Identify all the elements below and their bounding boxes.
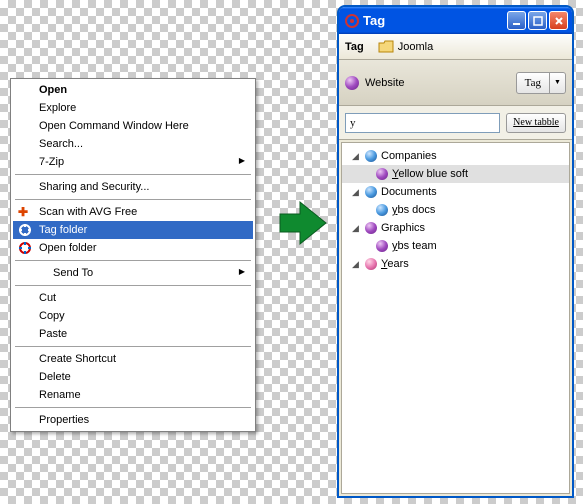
separator [15,346,251,347]
menu-open-cmd[interactable]: Open Command Window Here [13,117,253,135]
menu-label: Tag folder [39,224,87,236]
collapse-icon[interactable]: ◢ [352,151,361,162]
sphere-icon [376,204,388,216]
tree-view[interactable]: ◢ Companies Yellow blue soft ◢ Documents… [341,142,570,494]
tree-node-documents[interactable]: ◢ Documents [342,183,569,201]
menu-properties[interactable]: Properties [13,411,253,429]
tag-combo: Tag ▼ [516,72,566,94]
menu-create-shortcut[interactable]: Create Shortcut [13,350,253,368]
menu-explore[interactable]: Explore [13,99,253,117]
tag-button[interactable]: Tag [516,72,550,94]
tree-label: Years [381,258,409,270]
tree-label: ybs docs [392,204,435,216]
menu-7zip[interactable]: 7-Zip [13,153,253,171]
menu-cut[interactable]: Cut [13,289,253,307]
sphere-icon [365,186,377,198]
menu-open-folder[interactable]: Open folder [13,239,253,257]
collapse-icon[interactable]: ◢ [352,187,361,198]
menu-rename[interactable]: Rename [13,386,253,404]
menu-label: Open folder [39,242,96,254]
tree-label: Documents [381,186,437,198]
sphere-icon [365,150,377,162]
location-bar: Website Tag ▼ [339,60,572,106]
tree-node-years[interactable]: ◢ Years [342,255,569,273]
maximize-icon [533,16,543,26]
tree-label: Yellow blue soft [392,168,468,180]
window-title: Tag [363,13,385,28]
target-icon [18,223,32,237]
tag-dropdown[interactable]: ▼ [550,72,566,94]
sphere-icon [376,240,388,252]
menu-tag-folder[interactable]: Tag folder [13,221,253,239]
tree-node-ybs-team[interactable]: ybs team [342,237,569,255]
separator [15,285,251,286]
close-button[interactable] [549,11,568,30]
separator [15,174,251,175]
sphere-icon [376,168,388,180]
menu-sharing[interactable]: Sharing and Security... [13,178,253,196]
menu-copy[interactable]: Copy [13,307,253,325]
titlebar[interactable]: Tag [339,7,572,34]
breadcrumb-root[interactable]: Tag [345,41,364,53]
close-icon [554,16,564,26]
separator [15,407,251,408]
search-bar: New tabble [339,106,572,140]
arrow-icon [278,198,328,248]
collapse-icon[interactable]: ◢ [352,259,361,270]
context-menu: Open Explore Open Command Window Here Se… [10,78,256,432]
avg-icon: ✚ [18,205,32,219]
collapse-icon[interactable]: ◢ [352,223,361,234]
maximize-button[interactable] [528,11,547,30]
location-label: Website [365,77,405,89]
folder-icon [378,40,394,54]
sphere-icon [365,258,377,270]
breadcrumb-bar: Tag Joomla [339,34,572,60]
tree-node-ybs-docs[interactable]: ybs docs [342,201,569,219]
menu-scan-avg[interactable]: ✚ Scan with AVG Free [13,203,253,221]
separator [15,260,251,261]
new-table-button[interactable]: New tabble [506,113,566,133]
sphere-icon [365,222,377,234]
menu-open[interactable]: Open [13,81,253,99]
minimize-button[interactable] [507,11,526,30]
menu-delete[interactable]: Delete [13,368,253,386]
tree-node-graphics[interactable]: ◢ Graphics [342,219,569,237]
menu-label: Scan with AVG Free [39,206,137,218]
tree-label: ybs team [392,240,437,252]
breadcrumb-path[interactable]: Joomla [398,41,433,53]
tree-label: Companies [381,150,437,162]
minimize-icon [512,16,522,26]
menu-paste[interactable]: Paste [13,325,253,343]
search-input[interactable] [345,113,500,133]
menu-send-to[interactable]: Send To [13,264,253,282]
target-icon [18,241,32,255]
tag-window: Tag Tag Joomla Website Tag ▼ New tabble [337,5,574,498]
tree-node-companies[interactable]: ◢ Companies [342,147,569,165]
tree-label: Graphics [381,222,425,234]
app-icon [345,14,359,28]
menu-search[interactable]: Search... [13,135,253,153]
tree-node-yellow-blue-soft[interactable]: Yellow blue soft [342,165,569,183]
sphere-icon [345,76,359,90]
separator [15,199,251,200]
